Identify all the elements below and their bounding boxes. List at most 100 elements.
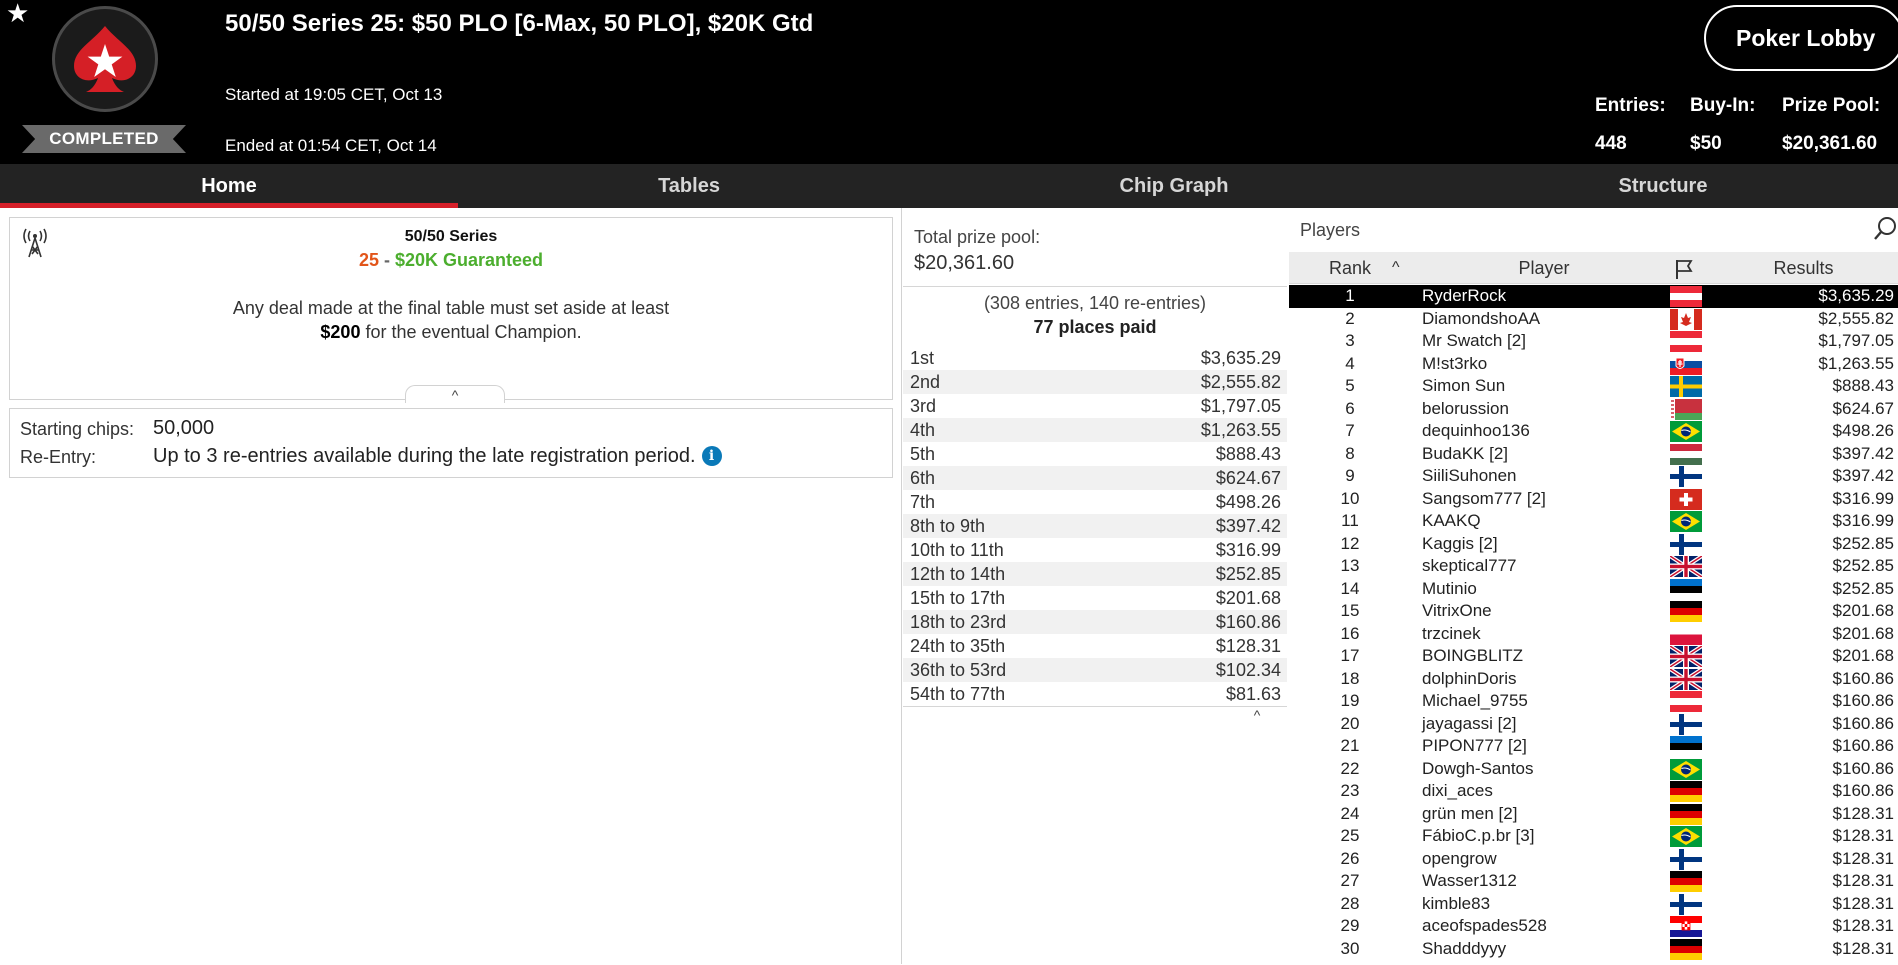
player-name: FábioC.p.br [3] [1422,826,1535,845]
tab-tables[interactable]: Tables [458,164,920,208]
payout-amount: $160.86 [1215,611,1281,632]
player-rank: 9 [1345,466,1355,485]
player-row[interactable]: 16 trzcinek $201.68 [1289,623,1898,646]
payout-amount: $1,263.55 [1200,419,1281,440]
payout-amount: $128.31 [1215,635,1281,656]
player-result: $160.86 [1832,758,1894,778]
player-row[interactable]: 11 KAAKQ $316.99 [1289,510,1898,533]
payout-place: 3rd [910,395,937,416]
player-name: PIPON777 [2] [1422,736,1527,755]
player-row[interactable]: 17 BOINGBLITZ $201.68 [1289,644,1898,669]
player-row[interactable]: 1 RyderRock $3,635.29 [1289,285,1898,308]
search-icon[interactable] [1873,215,1898,241]
country-flag-icon[interactable] [1673,258,1695,280]
reentry-label: Re-Entry: [20,447,97,467]
player-rank: 14 [1340,578,1360,598]
player-row[interactable]: 23 dixi_aces $160.86 [1289,780,1898,803]
info-collapse-toggle[interactable]: ^ [405,385,505,403]
player-row[interactable]: 3 Mr Swatch [2] $1,797.05 [1289,330,1898,353]
player-name: M!st3rko [1422,353,1488,373]
player-row[interactable]: 25 FábioC.p.br [3] $128.31 [1289,825,1898,848]
player-result: $128.31 [1832,848,1894,868]
germany-flag-icon [1670,938,1702,960]
player-result: $160.86 [1832,713,1894,733]
player-row[interactable]: 9 SiiliSuhonen $397.42 [1289,465,1898,488]
hungary-flag-icon [1670,443,1702,465]
uk-flag-icon [1668,644,1704,669]
guarantee-text: $20K Guaranteed [394,250,544,270]
player-row[interactable]: 18 dolphinDoris $160.86 [1289,666,1898,692]
payout-row: 2nd $2,555.82 [903,370,1287,394]
tab-structure[interactable]: Structure [1428,164,1898,208]
player-row[interactable]: 7 dequinhoo136 $498.26 [1289,420,1898,443]
player-result: $160.86 [1832,668,1894,688]
payout-place: 54th to 77th [910,683,1006,704]
player-rank: 13 [1340,556,1360,575]
brazil-flag-icon [1670,758,1702,780]
player-rank: 25 [1340,826,1360,845]
payout-bottom-line [903,706,1287,707]
results-column-header[interactable]: Results [1709,252,1898,284]
player-name: dixi_aces [1422,781,1493,800]
player-row[interactable]: 12 Kaggis [2] $252.85 [1289,533,1898,556]
player-row[interactable]: 5 Simon Sun $888.43 [1289,375,1898,398]
player-rank: 5 [1345,376,1355,395]
player-column-header[interactable]: Player [1419,252,1669,284]
player-name: aceofspades528 [1422,916,1547,935]
germany-flag-icon [1670,871,1702,892]
player-rank: 3 [1345,331,1355,350]
sort-ascending-icon[interactable]: ^ [1392,252,1400,284]
player-rank: 21 [1340,736,1360,755]
payout-collapse-toggle[interactable]: ^ [1232,707,1282,723]
deal-notice-line1: Any deal made at the final table must se… [232,298,670,318]
player-rank: 6 [1345,398,1355,418]
player-row[interactable]: 10 Sangsom777 [2] $316.99 [1289,488,1898,511]
player-name: BudaKK [2] [1422,443,1509,463]
poker-lobby-button[interactable]: Poker Lobby [1704,5,1898,71]
payout-place: 2nd [910,371,941,392]
player-row[interactable]: 20 jayagassi [2] $160.86 [1289,713,1898,736]
player-row[interactable]: 8 BudaKK [2] $397.42 [1289,443,1898,466]
player-result: $316.99 [1832,488,1894,508]
info-icon[interactable]: i [701,446,722,466]
player-row[interactable]: 24 grün men [2] $128.31 [1289,803,1898,826]
uk-flag-icon [1668,666,1704,692]
player-name: belorussion [1422,398,1509,418]
player-result: $128.31 [1832,803,1894,823]
player-row[interactable]: 4 M!st3rko $1,263.55 [1289,353,1898,376]
finland-flag-icon [1670,893,1702,915]
player-row[interactable]: 2 DiamondshoAA $2,555.82 [1289,308,1898,331]
player-row[interactable]: 19 Michael_9755 $160.86 [1289,690,1898,713]
player-name: dequinhoo136 [1422,421,1530,440]
uk-flag-icon [1668,554,1704,579]
player-row[interactable]: 27 Wasser1312 $128.31 [1289,870,1898,893]
player-row[interactable]: 30 Shadddyyy $128.31 [1289,938,1898,961]
player-row[interactable]: 6 belorussion $624.67 [1289,398,1898,421]
croatia-flag-icon [1670,916,1702,937]
player-row[interactable]: 28 kimble83 $128.31 [1289,893,1898,916]
deal-notice-tail: for the eventual Champion. [360,322,582,342]
tab-chip-graph[interactable]: Chip Graph [920,164,1428,208]
tournament-rules-panel: Starting chips: 50,000 Re-Entry: Up to 3… [9,408,893,478]
favorite-star-icon[interactable]: ★ [6,0,29,26]
player-row[interactable]: 29 aceofspades528 $128.31 [1289,915,1898,938]
payout-place: 15th to 17th [910,587,1006,608]
player-name: KAAKQ [1422,511,1481,530]
player-row[interactable]: 26 opengrow $128.31 [1289,848,1898,871]
player-rank: 29 [1340,916,1360,935]
player-result: $128.31 [1832,938,1894,958]
player-rank: 10 [1340,488,1360,508]
player-row[interactable]: 22 Dowgh-Santos $160.86 [1289,758,1898,781]
player-result: $128.31 [1832,916,1894,935]
player-name: BOINGBLITZ [1422,646,1524,665]
player-result: $3,635.29 [1818,286,1894,305]
player-rank: 15 [1340,601,1360,620]
payout-place: 8th to 9th [910,515,986,536]
tab-home[interactable]: Home [0,164,458,208]
payout-row: 6th $624.67 [903,466,1287,490]
player-row[interactable]: 15 VitrixOne $201.68 [1289,600,1898,623]
player-row[interactable]: 21 PIPON777 [2] $160.86 [1289,735,1898,758]
player-row[interactable]: 14 Mutinio $252.85 [1289,578,1898,601]
player-row[interactable]: 13 skeptical777 $252.85 [1289,554,1898,579]
player-name: Shadddyyy [1422,938,1507,958]
